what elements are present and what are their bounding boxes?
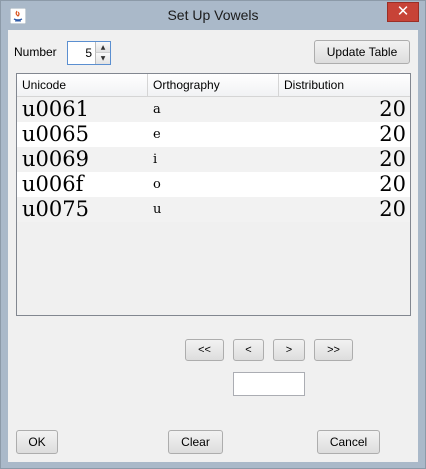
first-page-button[interactable]: << bbox=[185, 339, 224, 361]
unicode-cell[interactable]: u0061 bbox=[22, 97, 89, 122]
unicode-cell[interactable]: u0069 bbox=[22, 147, 89, 172]
next-page-button[interactable]: > bbox=[273, 339, 305, 361]
unicode-cell[interactable]: u0065 bbox=[22, 122, 89, 147]
orthography-cell[interactable]: a bbox=[153, 97, 161, 122]
update-table-button[interactable]: Update Table bbox=[314, 40, 410, 64]
ok-button[interactable]: OK bbox=[16, 430, 58, 454]
orthography-cell[interactable]: o bbox=[153, 172, 161, 197]
number-label: Number bbox=[14, 45, 57, 59]
dialog-window: Set Up Vowels ✕ Number 5 ▲ ▼ Update Tabl… bbox=[0, 0, 426, 469]
vowel-table[interactable]: Unicode Orthography Distribution u0061 a… bbox=[16, 73, 411, 316]
orthography-cell[interactable]: i bbox=[153, 147, 157, 172]
unicode-cell[interactable]: u006f bbox=[22, 172, 83, 197]
column-header-unicode[interactable]: Unicode bbox=[17, 74, 148, 96]
number-spinner[interactable]: 5 ▲ ▼ bbox=[67, 41, 111, 65]
spinner-up-icon[interactable]: ▲ bbox=[95, 42, 110, 53]
last-page-button[interactable]: >> bbox=[314, 339, 353, 361]
column-header-distribution[interactable]: Distribution bbox=[279, 74, 410, 96]
orthography-cell[interactable]: u bbox=[153, 197, 161, 222]
window-title: Set Up Vowels bbox=[167, 7, 259, 23]
table-row[interactable]: u0075 u 20 bbox=[17, 197, 410, 222]
distribution-cell[interactable]: 20 bbox=[379, 122, 406, 147]
distribution-cell[interactable]: 20 bbox=[379, 197, 406, 222]
table-row[interactable]: u0069 i 20 bbox=[17, 147, 410, 172]
unicode-cell[interactable]: u0075 bbox=[22, 197, 89, 222]
table-header: Unicode Orthography Distribution bbox=[17, 74, 410, 97]
dialog-content: Number 5 ▲ ▼ Update Table Unicode Orthog… bbox=[8, 30, 418, 462]
cancel-button[interactable]: Cancel bbox=[317, 430, 380, 454]
orthography-cell[interactable]: e bbox=[153, 122, 161, 147]
distribution-cell[interactable]: 20 bbox=[379, 97, 406, 122]
close-button[interactable]: ✕ bbox=[387, 2, 419, 22]
table-row[interactable]: u0065 e 20 bbox=[17, 122, 410, 147]
column-header-orthography[interactable]: Orthography bbox=[148, 74, 279, 96]
page-number-field[interactable] bbox=[233, 372, 305, 396]
title-bar[interactable]: Set Up Vowels ✕ bbox=[1, 1, 425, 30]
previous-page-button[interactable]: < bbox=[233, 339, 264, 361]
table-row[interactable]: u0061 a 20 bbox=[17, 97, 410, 122]
close-icon: ✕ bbox=[396, 2, 410, 20]
clear-button[interactable]: Clear bbox=[168, 430, 223, 454]
number-spinner-value[interactable]: 5 bbox=[68, 42, 95, 64]
spinner-down-icon[interactable]: ▼ bbox=[95, 53, 110, 64]
distribution-cell[interactable]: 20 bbox=[379, 147, 406, 172]
table-row[interactable]: u006f o 20 bbox=[17, 172, 410, 197]
distribution-cell[interactable]: 20 bbox=[379, 172, 406, 197]
